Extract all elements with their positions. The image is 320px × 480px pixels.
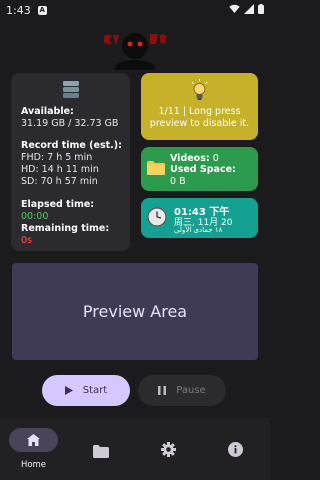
folder-icon xyxy=(93,445,109,458)
play-icon xyxy=(64,386,73,395)
available-value: 31.19 GB / 32.73 GB xyxy=(21,118,119,129)
nav-folder[interactable] xyxy=(93,443,109,458)
nav-settings[interactable] xyxy=(161,442,176,457)
clock-card: 01:43 下午 周三, 11月 20 ١٨ جمادى الأولى xyxy=(141,198,258,238)
wifi-icon xyxy=(229,4,240,13)
info-icon xyxy=(228,442,243,457)
gear-icon xyxy=(161,442,176,457)
clock-hijri-date: ١٨ جمادى الأولى xyxy=(174,226,223,234)
tip-text-line1: 1/11 | Long press xyxy=(158,106,241,117)
tip-text-line2: preview to disable it. xyxy=(149,118,250,129)
remaining-time-value: 0s xyxy=(21,235,32,246)
status-bar: 1:43 A xyxy=(0,0,270,20)
storage-icon xyxy=(63,81,79,98)
preview-area[interactable]: Preview Area xyxy=(12,263,258,360)
nav-home-indicator xyxy=(9,428,58,452)
videos-value: 0 xyxy=(212,153,219,164)
available-label: Available: xyxy=(21,106,74,117)
remaining-time-label: Remaining time: xyxy=(21,223,110,234)
battery-icon xyxy=(258,4,264,14)
videos-label: Videos: xyxy=(170,153,210,164)
tip-text: 1/11 | Long press preview to disable it. xyxy=(141,106,258,130)
elapsed-time-label: Elapsed time: xyxy=(21,199,95,210)
hd-time: HD: 14 h 11 min xyxy=(21,164,99,175)
preview-label: Preview Area xyxy=(82,302,188,321)
used-space-label: Used Space: xyxy=(170,164,236,175)
clock-icon xyxy=(147,207,167,227)
videos-count-line: Videos: 0 xyxy=(170,153,219,164)
fhd-time: FHD: 7 h 5 min xyxy=(21,152,93,163)
elapsed-time-value: 00:00 xyxy=(21,211,49,222)
status-icons xyxy=(229,4,264,14)
signal-icon xyxy=(244,4,254,14)
lightbulb-icon xyxy=(191,79,208,100)
used-space-value: 0 B xyxy=(170,176,186,187)
folder-icon xyxy=(147,161,165,175)
nav-info[interactable] xyxy=(228,442,243,457)
nav-home-label: Home xyxy=(20,460,47,470)
record-time-label: Record time (est.): xyxy=(21,140,122,151)
used-space-line: Used Space: xyxy=(170,164,236,175)
tip-card[interactable]: 1/11 | Long press preview to disable it. xyxy=(141,73,258,140)
pause-label: Pause xyxy=(176,385,206,396)
notification-icon: A xyxy=(37,5,47,15)
start-label: Start xyxy=(82,385,108,396)
app-logo xyxy=(100,22,170,76)
sd-time: SD: 70 h 57 min xyxy=(21,176,98,187)
start-button[interactable]: Start xyxy=(42,375,130,406)
home-icon xyxy=(27,434,40,446)
bottom-navigation: Home xyxy=(0,418,270,480)
status-time: 1:43 xyxy=(6,3,31,17)
nav-home[interactable]: Home xyxy=(0,418,67,480)
storage-card: Available: 31.19 GB / 32.73 GB Record ti… xyxy=(11,73,130,251)
pause-button[interactable]: Pause xyxy=(138,375,226,406)
videos-card[interactable]: Videos: 0 Used Space: 0 B xyxy=(141,147,258,191)
pause-icon xyxy=(158,386,167,395)
